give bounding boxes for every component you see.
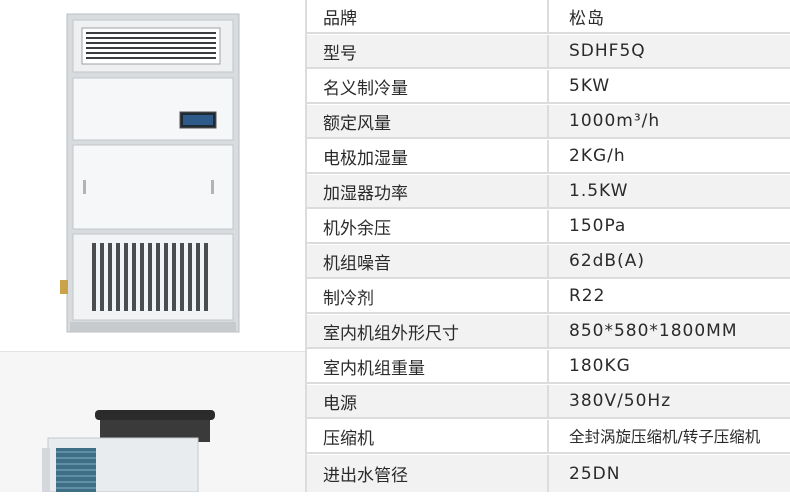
- table-row: 机组噪音 62dB(A): [307, 245, 790, 279]
- spec-label: 压缩机: [323, 428, 374, 449]
- table-row: 制冷剂 R22: [307, 280, 790, 314]
- outdoor-unit-drawing: [42, 410, 215, 493]
- indoor-unit-image: [0, 0, 305, 352]
- column-divider: [547, 210, 549, 242]
- table-row: 名义制冷量 5KW: [307, 70, 790, 104]
- table-row: 电源 380V/50Hz: [307, 385, 790, 419]
- column-divider: [547, 105, 549, 137]
- spec-label: 室内机组重量: [323, 358, 425, 379]
- column-divider: [547, 315, 549, 347]
- spec-label: 名义制冷量: [323, 78, 408, 99]
- spec-value: 1000m³/h: [569, 111, 661, 131]
- spec-label: 额定风量: [323, 113, 391, 134]
- spec-value: 2KG/h: [569, 146, 626, 166]
- column-divider: [547, 455, 549, 492]
- column-divider: [547, 70, 549, 102]
- column-divider: [547, 280, 549, 312]
- indoor-unit-drawing: [60, 13, 240, 333]
- spec-label: 电极加湿量: [323, 148, 408, 169]
- table-row: 室内机组外形尺寸 850*580*1800MM: [307, 315, 790, 349]
- spec-label: 型号: [323, 43, 357, 64]
- outdoor-unit-image: [0, 352, 305, 493]
- column-divider: [547, 350, 549, 382]
- column-divider: [547, 175, 549, 207]
- column-divider: [547, 0, 549, 32]
- spec-value: 1.5KW: [569, 181, 629, 201]
- table-row: 室内机组重量 180KG: [307, 350, 790, 384]
- column-divider: [547, 140, 549, 172]
- table-row: 进出水管径 25DN: [307, 455, 790, 492]
- column-divider: [547, 35, 549, 67]
- spec-value: 25DN: [569, 463, 621, 484]
- spec-table: 品牌 松岛 型号 SDHF5Q 名义制冷量 5KW 额定风量 1000m³/h …: [305, 0, 790, 492]
- table-row: 机外余压 150Pa: [307, 210, 790, 244]
- product-image-column: [0, 0, 305, 493]
- spec-label: 室内机组外形尺寸: [323, 323, 459, 344]
- table-row: 品牌 松岛: [307, 0, 790, 34]
- table-row: 加湿器功率 1.5KW: [307, 175, 790, 209]
- column-divider: [547, 245, 549, 277]
- table-row: 型号 SDHF5Q: [307, 35, 790, 69]
- spec-label: 电源: [323, 393, 357, 414]
- spec-value: 松岛: [569, 8, 605, 29]
- spec-value: R22: [569, 286, 606, 306]
- spec-label: 进出水管径: [323, 466, 408, 486]
- spec-label: 制冷剂: [323, 288, 374, 309]
- spec-value: 5KW: [569, 76, 611, 96]
- spec-value: 380V/50Hz: [569, 391, 672, 411]
- spec-label: 加湿器功率: [323, 183, 408, 204]
- spec-value: 850*580*1800MM: [569, 321, 738, 341]
- spec-value: 180KG: [569, 356, 631, 376]
- spec-value: 62dB(A): [569, 251, 645, 271]
- table-row: 电极加湿量 2KG/h: [307, 140, 790, 174]
- table-row: 额定风量 1000m³/h: [307, 105, 790, 139]
- spec-label: 机组噪音: [323, 253, 391, 274]
- spec-value: 全封涡旋压缩机/转子压缩机: [569, 428, 761, 446]
- spec-label: 机外余压: [323, 218, 391, 239]
- table-row: 压缩机 全封涡旋压缩机/转子压缩机: [307, 420, 790, 454]
- column-divider: [547, 420, 549, 452]
- column-divider: [547, 385, 549, 417]
- spec-value: 150Pa: [569, 216, 627, 236]
- spec-value: SDHF5Q: [569, 41, 646, 61]
- spec-label: 品牌: [323, 8, 357, 29]
